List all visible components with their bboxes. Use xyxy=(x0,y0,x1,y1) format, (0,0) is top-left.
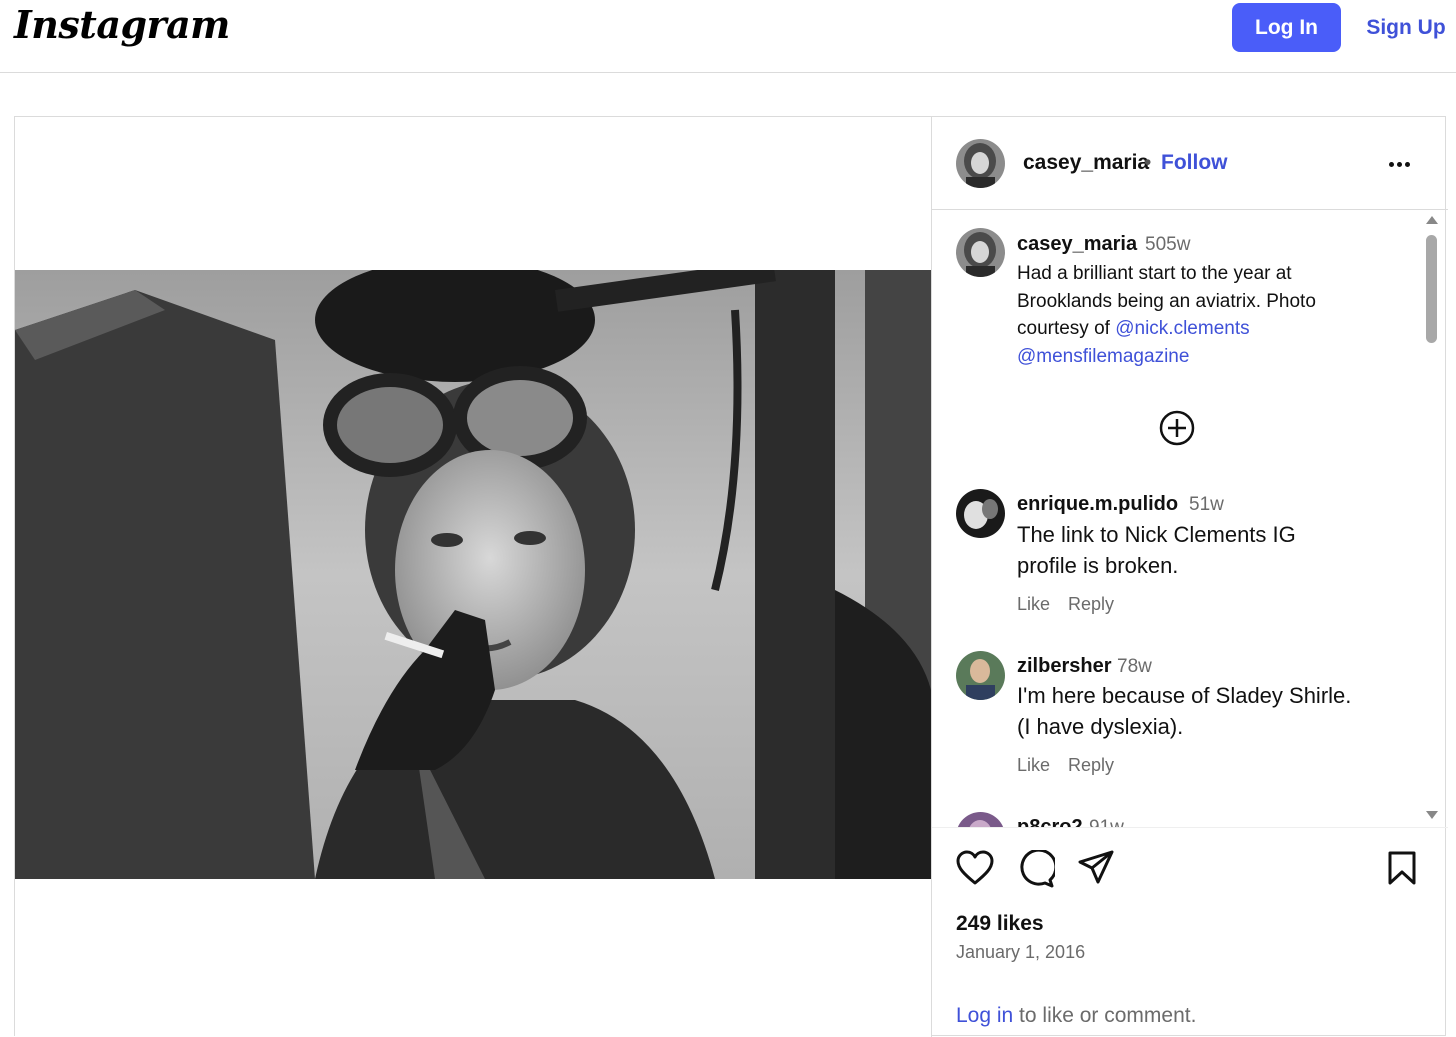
avatar-image xyxy=(956,812,1005,827)
top-bar: Instagram Log In Sign Up xyxy=(0,0,1456,73)
post-card: casey_maria • Follow casey_maria 505w Ha… xyxy=(14,116,1448,1037)
caption-text: Had a brilliant start to the year at Bro… xyxy=(1017,260,1417,370)
commenter-avatar[interactable] xyxy=(956,489,1005,538)
mention-link[interactable]: @nick.clements xyxy=(1115,318,1249,339)
likes-count[interactable]: 249 likes xyxy=(956,912,1044,936)
separator-dot: • xyxy=(1144,151,1152,174)
aviatrix-photo xyxy=(15,270,931,879)
login-prompt: Log in to like or comment. xyxy=(956,1004,1196,1028)
share-icon[interactable] xyxy=(1078,850,1114,891)
caption-time[interactable]: 505w xyxy=(1145,234,1190,256)
commenter-avatar[interactable] xyxy=(956,812,1005,827)
comments-scrollbar[interactable] xyxy=(1424,211,1440,827)
comment-time[interactable]: 91w xyxy=(1089,817,1124,827)
comment-line: (I have dyslexia). xyxy=(1017,714,1184,739)
post-photo[interactable] xyxy=(15,270,931,879)
instagram-logo[interactable]: Instagram xyxy=(14,2,230,47)
caption-username[interactable]: casey_maria xyxy=(1017,233,1137,256)
caption-avatar[interactable] xyxy=(956,228,1005,277)
login-prompt-text: to like or comment. xyxy=(1013,1004,1197,1027)
comment-text: I'm here because of Sladey Shirle. (I ha… xyxy=(1017,680,1351,742)
log-in-button[interactable]: Log In xyxy=(1232,3,1341,52)
plus-circle-icon xyxy=(1159,410,1195,446)
avatar-image xyxy=(956,489,1005,538)
comment-time[interactable]: 78w xyxy=(1117,656,1152,678)
like-comment-button[interactable]: Like xyxy=(1017,755,1050,776)
avatar-image xyxy=(956,139,1005,188)
save-bookmark-icon[interactable] xyxy=(1387,850,1417,891)
comment-icon[interactable] xyxy=(1017,848,1058,893)
post-sidebar: casey_maria • Follow casey_maria 505w Ha… xyxy=(931,117,1448,1037)
comment-line: profile is broken. xyxy=(1017,553,1179,578)
follow-button[interactable]: Follow xyxy=(1161,151,1228,175)
reply-button[interactable]: Reply xyxy=(1068,594,1114,615)
post-actions: 249 likes January 1, 2016 Log in to like… xyxy=(932,827,1448,1037)
dot-icon xyxy=(1404,161,1410,167)
comment-username[interactable]: enrique.m.pulido xyxy=(1017,493,1178,516)
mention-link[interactable]: @mensfilemagazine xyxy=(1017,346,1189,367)
avatar-image xyxy=(956,228,1005,277)
caption-line: courtesy of @nick.clements xyxy=(1017,315,1417,343)
caption-line: Had a brilliant start to the year at xyxy=(1017,263,1292,284)
commenter-avatar[interactable] xyxy=(956,651,1005,700)
like-heart-icon[interactable] xyxy=(956,850,994,891)
scroll-down-arrow-icon[interactable] xyxy=(1426,811,1438,819)
more-options-icon[interactable] xyxy=(1384,149,1414,179)
reply-button[interactable]: Reply xyxy=(1068,755,1114,776)
comment-text: The link to Nick Clements IG profile is … xyxy=(1017,519,1296,581)
comment-time[interactable]: 51w xyxy=(1189,494,1224,516)
post-media xyxy=(15,117,931,1037)
scrollbar-thumb[interactable] xyxy=(1426,235,1437,343)
post-header: casey_maria • Follow xyxy=(932,117,1448,210)
comment-username[interactable]: zilbersher xyxy=(1017,655,1111,678)
dot-icon xyxy=(1396,161,1402,167)
comment-username[interactable]: p8cro2 xyxy=(1017,816,1083,827)
author-avatar[interactable] xyxy=(956,139,1005,188)
scroll-up-arrow-icon[interactable] xyxy=(1426,216,1438,224)
post-date[interactable]: January 1, 2016 xyxy=(956,942,1085,963)
author-username[interactable]: casey_maria xyxy=(1023,151,1149,175)
comment-line: The link to Nick Clements IG xyxy=(1017,522,1296,547)
dot-icon xyxy=(1388,161,1394,167)
comment-line: I'm here because of Sladey Shirle. xyxy=(1017,683,1352,708)
caption-line: Brooklands being an aviatrix. Photo xyxy=(1017,290,1316,312)
sign-up-button[interactable]: Sign Up xyxy=(1360,3,1452,52)
comments-list[interactable]: casey_maria 505w Had a brilliant start t… xyxy=(932,211,1448,827)
avatar-image xyxy=(956,651,1005,700)
load-more-comments-icon[interactable] xyxy=(1159,410,1195,446)
like-comment-button[interactable]: Like xyxy=(1017,594,1050,615)
caption-line: @mensfilemagazine xyxy=(1017,343,1417,371)
caption-prefix: courtesy of xyxy=(1017,318,1116,339)
log-in-link[interactable]: Log in xyxy=(956,1004,1013,1027)
